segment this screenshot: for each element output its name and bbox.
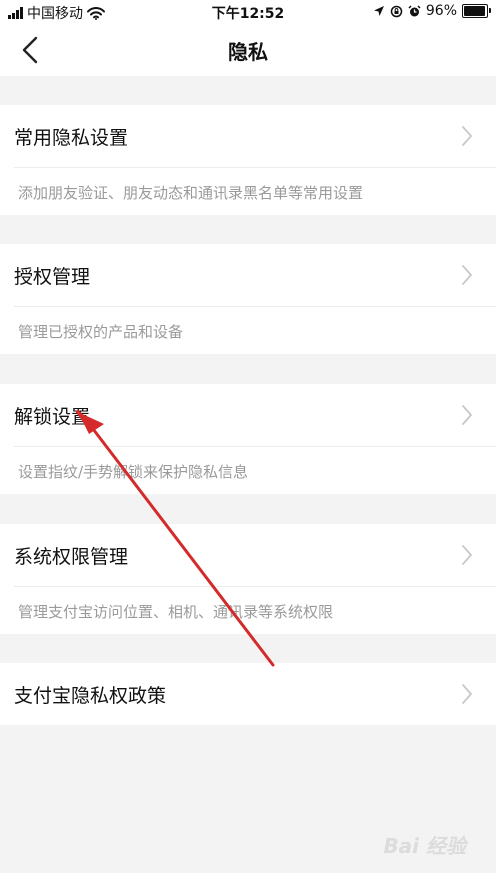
divider — [14, 586, 496, 587]
divider — [14, 167, 496, 168]
common-privacy-settings-item[interactable]: 常用隐私设置 — [0, 105, 496, 167]
privacy-policy-label: 支付宝隐私权政策 — [14, 685, 167, 707]
location-icon — [373, 6, 384, 16]
chevron-right-icon — [462, 265, 472, 285]
battery-fill — [464, 6, 486, 16]
authorization-management-label: 授权管理 — [14, 266, 91, 288]
chevron-right-icon — [462, 126, 472, 146]
chevron-right-icon — [462, 684, 472, 704]
authorization-management-item[interactable]: 授权管理 — [0, 244, 496, 306]
unlock-settings-item[interactable]: 解锁设置 — [0, 384, 496, 446]
system-permissions-label: 系统权限管理 — [14, 546, 129, 568]
authorization-management-description: 管理已授权的产品和设备 — [18, 323, 184, 341]
system-permissions-description: 管理支付宝访问位置、相机、通讯录等系统权限 — [18, 603, 334, 621]
section-authorization: 授权管理 管理已授权的产品和设备 — [0, 244, 496, 354]
battery-percent: 96% — [425, 3, 457, 19]
common-privacy-settings-description: 添加朋友验证、朋友动态和通讯录黑名单等常用设置 — [18, 184, 364, 202]
divider — [14, 446, 496, 447]
chevron-right-icon — [462, 545, 472, 565]
section-system-permissions: 系统权限管理 管理支付宝访问位置、相机、通讯录等系统权限 — [0, 524, 496, 634]
page-title: 隐私 — [228, 40, 268, 64]
rotation-lock-icon — [390, 5, 403, 17]
unlock-settings-label: 解锁设置 — [14, 406, 91, 428]
status-right: 96% — [373, 3, 491, 19]
nav-bar: 隐私 — [0, 24, 496, 76]
chevron-right-icon — [462, 405, 472, 425]
common-privacy-settings-label: 常用隐私设置 — [14, 127, 129, 149]
privacy-policy-item[interactable]: 支付宝隐私权政策 — [0, 663, 496, 725]
system-permissions-item[interactable]: 系统权限管理 — [0, 524, 496, 586]
alarm-icon — [408, 4, 421, 16]
section-privacy-policy: 支付宝隐私权政策 — [0, 663, 496, 725]
section-unlock: 解锁设置 设置指纹/手势解锁来保护隐私信息 — [0, 384, 496, 494]
battery-icon — [462, 4, 491, 18]
unlock-settings-description: 设置指纹/手势解锁来保护隐私信息 — [18, 463, 249, 481]
section-common-privacy: 常用隐私设置 添加朋友验证、朋友动态和通讯录黑名单等常用设置 — [0, 105, 496, 215]
watermark: Bai 经验 — [383, 834, 466, 858]
status-bar: 中国移动 下午12:52 96% — [0, 0, 496, 24]
divider — [14, 306, 496, 307]
